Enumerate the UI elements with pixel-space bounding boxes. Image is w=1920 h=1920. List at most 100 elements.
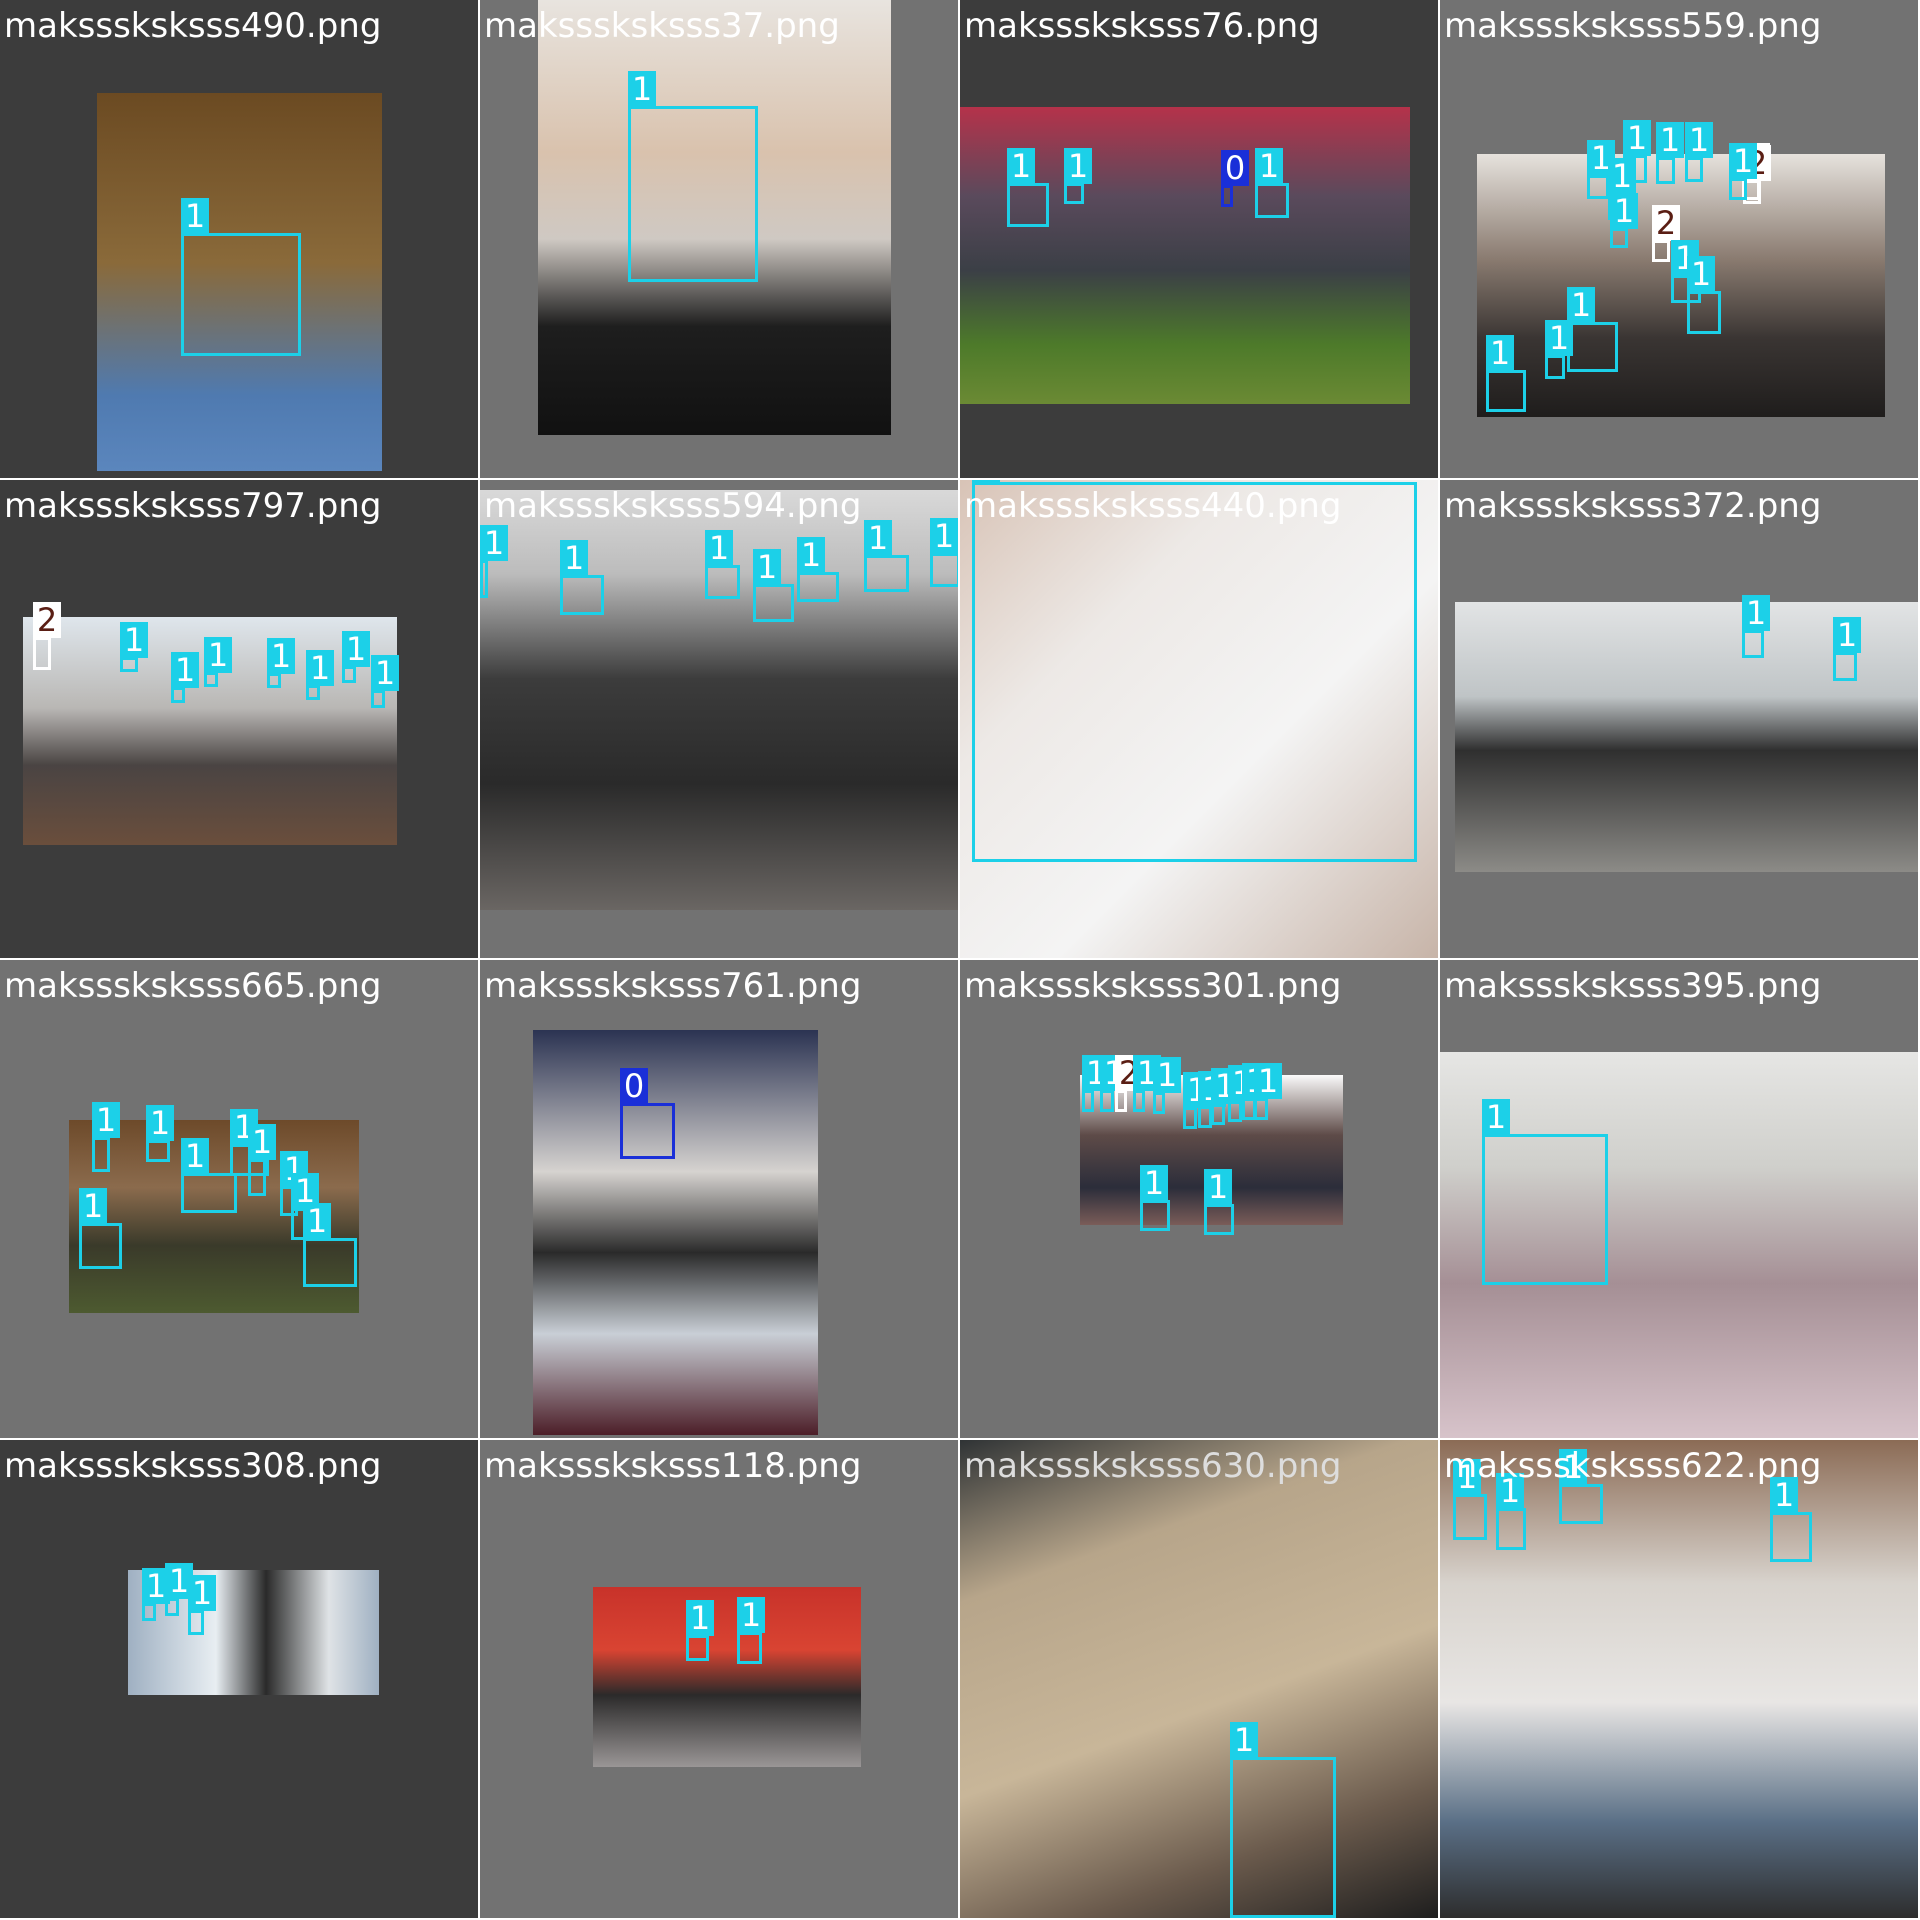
bounding-box: 1 xyxy=(1742,595,1770,658)
tile: 1 maksssksksss490.png xyxy=(0,0,478,478)
bounding-box: 1 xyxy=(686,1600,714,1661)
class-label: 1 xyxy=(146,1105,174,1141)
bounding-box: 1 xyxy=(142,1568,170,1621)
bounding-box: 0 xyxy=(620,1068,675,1159)
tile: 0 maksssksksss761.png xyxy=(480,960,958,1438)
bounding-box: 1 xyxy=(1610,193,1638,248)
class-label: 1 xyxy=(1610,193,1638,229)
class-label: 1 xyxy=(248,1124,276,1160)
bounding-box: 1 xyxy=(1082,1055,1110,1112)
photo xyxy=(960,1440,1438,1918)
photo xyxy=(593,1587,861,1767)
bounding-box: 1 xyxy=(248,1124,276,1196)
class-label: 1 xyxy=(1729,143,1757,179)
bounding-box: 1 xyxy=(267,638,295,688)
bounding-box: 1 xyxy=(1559,1449,1603,1524)
bounding-box: 1 xyxy=(1656,122,1684,184)
bounding-box: 1 xyxy=(306,650,334,700)
bounding-box: 1 xyxy=(120,622,148,672)
class-label: 1 xyxy=(560,540,588,576)
class-label: 1 xyxy=(1204,1169,1232,1205)
bounding-box: 1 xyxy=(181,198,301,356)
tile: 1 1 maksssksksss118.png xyxy=(480,1440,958,1918)
class-label: 1 xyxy=(188,1575,216,1611)
bounding-box: 1 xyxy=(1007,148,1049,227)
tile: 1 maksssksksss37.png xyxy=(480,0,958,478)
class-label: 1 xyxy=(92,1102,120,1138)
class-label: 1 xyxy=(1064,148,1092,184)
class-label: 1 xyxy=(1153,1057,1181,1093)
filename-label: maksssksksss118.png xyxy=(484,1446,862,1486)
tile: 1121111111111maksssksksss301.png xyxy=(960,960,1438,1438)
filename-label: maksssksksss559.png xyxy=(1444,6,1822,46)
bounding-box: 1 xyxy=(930,518,958,587)
bounding-box: 1 xyxy=(1486,335,1526,412)
class-label: 1 xyxy=(181,1138,209,1174)
bounding-box: 1 xyxy=(1685,122,1713,182)
bounding-box: 1 xyxy=(1183,1072,1211,1129)
filename-label: maksssksksss395.png xyxy=(1444,966,1822,1006)
class-label: 1 xyxy=(1007,148,1035,184)
bounding-box: 1 xyxy=(737,1597,765,1664)
bounding-box: 1 xyxy=(1687,256,1721,334)
class-label: 1 xyxy=(797,537,825,573)
bounding-box: 1 xyxy=(1453,1459,1487,1540)
class-label: 1 xyxy=(1608,158,1636,194)
filename-label: maksssksksss622.png xyxy=(1444,1446,1822,1486)
bounding-box: 1 xyxy=(560,540,604,615)
class-label: 1 xyxy=(171,652,199,688)
tile: 111112121211111maksssksksss559.png xyxy=(1440,0,1918,478)
class-label: 0 xyxy=(1221,150,1249,186)
filename-label: maksssksksss37.png xyxy=(484,6,840,46)
bounding-box: 1 xyxy=(303,1203,357,1287)
class-label: 2 xyxy=(33,602,61,638)
tile: 1 maksssksksss395.png xyxy=(1440,960,1918,1438)
tile: 1 1 1 1 1 1 1 1 1 maksssksksss665.png xyxy=(0,960,478,1438)
class-label: 1 xyxy=(628,71,656,107)
bounding-box: 1 xyxy=(1228,1065,1256,1122)
bounding-box: 1 xyxy=(188,1575,216,1635)
bounding-box: 1 xyxy=(165,1563,193,1616)
class-label: 1 xyxy=(930,518,958,554)
class-label: 1 xyxy=(1656,122,1684,158)
tile: 1 maksssksksss440.png xyxy=(960,480,1438,958)
class-label: 0 xyxy=(620,1068,648,1104)
class-label: 1 xyxy=(1685,122,1713,158)
class-label: 1 xyxy=(1482,1099,1510,1135)
bounding-box: 1 xyxy=(797,537,839,602)
bounding-box: 2 xyxy=(1115,1055,1143,1112)
bounding-box: 1 xyxy=(181,1138,237,1213)
filename-label: maksssksksss308.png xyxy=(4,1446,382,1486)
class-label: 1 xyxy=(267,638,295,674)
bounding-box: 1 xyxy=(1729,143,1757,200)
filename-label: maksssksksss594.png xyxy=(484,486,862,526)
bounding-box: 1 xyxy=(171,652,199,703)
bounding-box: 1 xyxy=(146,1105,174,1162)
bounding-box: 1 xyxy=(1133,1055,1161,1112)
photo xyxy=(533,1030,818,1435)
class-label: 1 xyxy=(1567,287,1595,323)
bounding-box: 1 xyxy=(1482,1099,1608,1285)
bounding-box: 1 xyxy=(1567,287,1618,372)
class-label: 1 xyxy=(972,480,1000,483)
class-label: 1 xyxy=(120,622,148,658)
bounding-box: 1 xyxy=(1255,148,1289,218)
filename-label: maksssksksss797.png xyxy=(4,486,382,526)
filename-label: maksssksksss440.png xyxy=(964,486,1342,526)
bounding-box: 1 xyxy=(1545,320,1573,379)
filename-label: maksssksksss761.png xyxy=(484,966,862,1006)
tile: 2 1 1 1 1 1 1 1 maksssksksss797.png xyxy=(0,480,478,958)
tile: 1 1 0 1 maksssksksss76.png xyxy=(960,0,1438,478)
bounding-box: 1 xyxy=(1833,617,1861,681)
bounding-box: 1 xyxy=(480,525,508,598)
class-label: 1 xyxy=(753,549,781,585)
tile: 1 1 1 1 1 1 1 maksssksksss594.png xyxy=(480,480,958,958)
tile: 1 1 1 maksssksksss308.png xyxy=(0,1440,478,1918)
mosaic-grid: 1 maksssksksss490.png 1 maksssksksss37.png 1… xyxy=(0,0,1920,1920)
class-label: 1 xyxy=(342,631,370,667)
bounding-box: 1 xyxy=(1140,1165,1170,1231)
tile: 1 maksssksksss630.png xyxy=(960,1440,1438,1918)
filename-label: maksssksksss630.png xyxy=(964,1446,1342,1486)
class-label: 1 xyxy=(303,1203,331,1239)
filename-label: maksssksksss76.png xyxy=(964,6,1320,46)
